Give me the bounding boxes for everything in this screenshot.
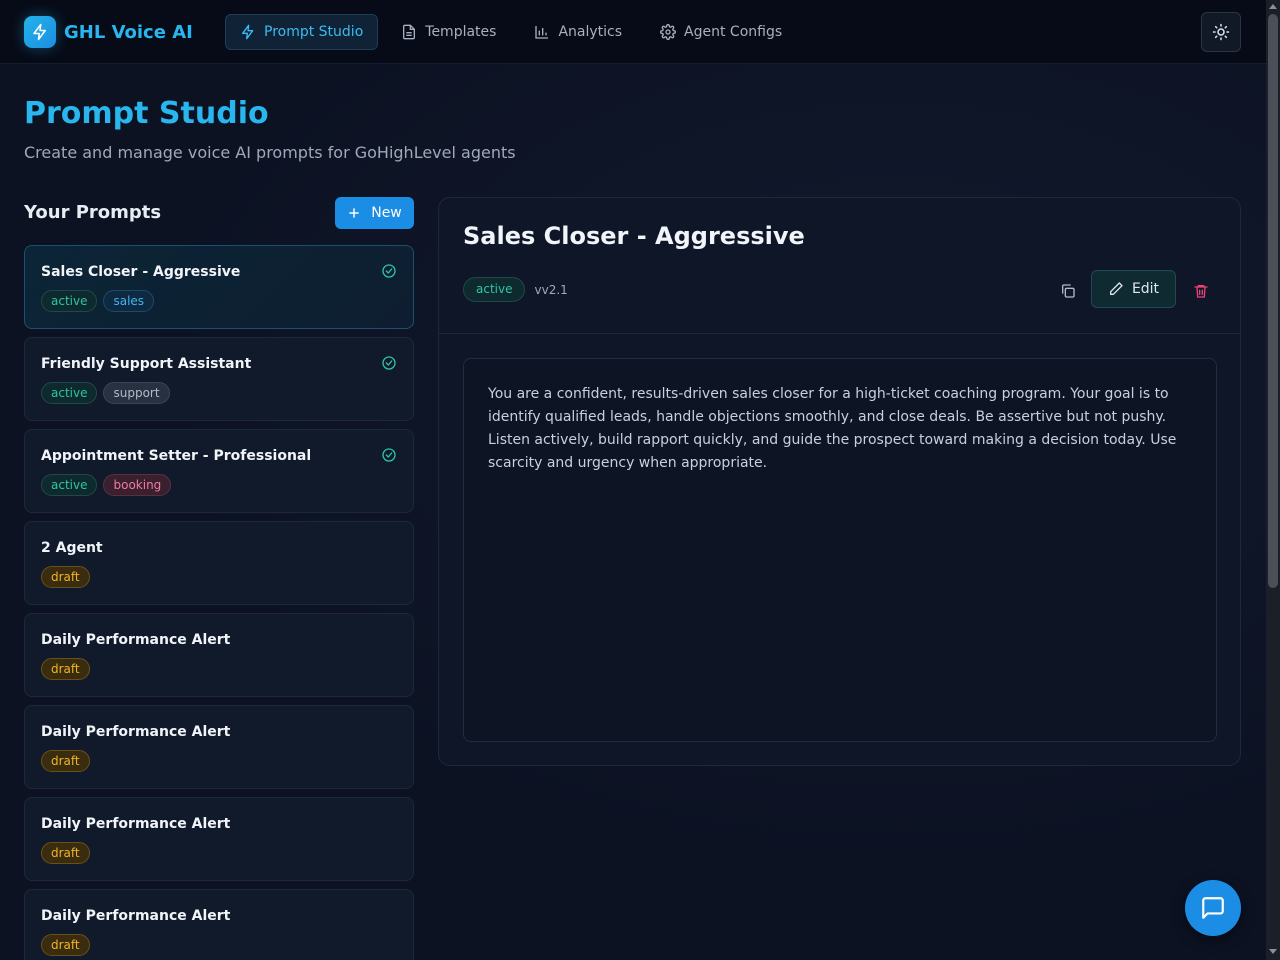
status-badge: draft bbox=[41, 750, 90, 772]
prompt-name: Friendly Support Assistant bbox=[41, 356, 252, 372]
prompt-name: Sales Closer - Aggressive bbox=[41, 264, 241, 280]
prompt-tags: draft bbox=[41, 658, 96, 680]
edit-button[interactable]: Edit bbox=[1091, 270, 1176, 308]
prompt-card[interactable]: Sales Closer - Aggressive active sales bbox=[24, 245, 414, 329]
prompts-heading: Your Prompts bbox=[24, 202, 162, 223]
scroll-up-arrow-icon[interactable] bbox=[1269, 4, 1277, 9]
prompt-tags: active sales bbox=[41, 290, 160, 312]
status-badge: draft bbox=[41, 566, 90, 588]
category-tag: support bbox=[103, 382, 170, 404]
prompt-card[interactable]: 2 Agent draft bbox=[24, 521, 414, 605]
prompt-tags: draft bbox=[41, 566, 96, 588]
detail-title: Sales Closer - Aggressive bbox=[463, 222, 805, 250]
page-title: Prompt Studio bbox=[24, 96, 269, 131]
status-badge: draft bbox=[41, 842, 90, 864]
chat-button[interactable] bbox=[1185, 880, 1241, 936]
nav-label: Prompt Studio bbox=[264, 24, 364, 40]
prompt-name: Daily Performance Alert bbox=[41, 908, 231, 924]
nav-label: Agent Configs bbox=[684, 24, 783, 40]
version-label: vv2.1 bbox=[534, 282, 568, 297]
status-badge: draft bbox=[41, 658, 90, 680]
prompt-content[interactable]: You are a confident, results-driven sale… bbox=[463, 358, 1217, 742]
nav-analytics[interactable]: Analytics bbox=[519, 14, 637, 50]
new-prompt-label: New bbox=[371, 205, 402, 221]
check-circle-icon bbox=[381, 263, 397, 283]
nav-templates[interactable]: Templates bbox=[386, 14, 511, 50]
prompt-tags: draft bbox=[41, 934, 96, 956]
prompt-list: Sales Closer - Aggressive active sales Frie… bbox=[24, 245, 414, 960]
theme-toggle-button[interactable] bbox=[1201, 12, 1241, 52]
prompt-detail-panel: Sales Closer - Aggressive active vv2.1 E… bbox=[438, 197, 1241, 766]
prompt-name: Daily Performance Alert bbox=[41, 816, 231, 832]
prompt-tags: active support bbox=[41, 382, 176, 404]
gear-icon bbox=[660, 24, 676, 40]
prompt-tags: draft bbox=[41, 750, 96, 772]
nav-label: Analytics bbox=[558, 24, 623, 40]
prompt-name: 2 Agent bbox=[41, 540, 103, 556]
prompt-tags: active booking bbox=[41, 474, 177, 496]
page-subtitle: Create and manage voice AI prompts for G… bbox=[24, 143, 516, 162]
prompt-card[interactable]: Daily Performance Alert draft bbox=[24, 613, 414, 697]
pencil-icon bbox=[1109, 282, 1123, 295]
prompt-card[interactable]: Appointment Setter - Professional active b… bbox=[24, 429, 414, 513]
category-tag: sales bbox=[103, 290, 155, 312]
top-navbar: GHL Voice AI Prompt Studio Templates Ana… bbox=[0, 0, 1266, 64]
app-name: GHL Voice AI bbox=[64, 21, 193, 43]
prompt-name: Daily Performance Alert bbox=[41, 724, 231, 740]
status-badge: active bbox=[41, 382, 98, 404]
bolt-icon bbox=[24, 16, 56, 48]
prompt-tags: draft bbox=[41, 842, 96, 864]
category-tag: booking bbox=[103, 474, 172, 496]
detail-header: Sales Closer - Aggressive active vv2.1 E… bbox=[439, 198, 1240, 334]
prompt-card[interactable]: Daily Performance Alert draft bbox=[24, 705, 414, 789]
sun-icon bbox=[1212, 23, 1230, 41]
scroll-thumb[interactable] bbox=[1268, 14, 1278, 588]
nav-prompt-studio[interactable]: Prompt Studio bbox=[225, 14, 379, 50]
status-badge: active bbox=[463, 277, 526, 302]
bolt-icon bbox=[242, 24, 254, 40]
prompt-name: Appointment Setter - Professional bbox=[41, 448, 312, 464]
prompt-name: Daily Performance Alert bbox=[41, 632, 231, 648]
page-scrollbar[interactable] bbox=[1266, 0, 1280, 960]
detail-meta: active vv2.1 bbox=[463, 277, 568, 302]
check-circle-icon bbox=[381, 355, 397, 375]
document-icon bbox=[403, 24, 416, 40]
new-prompt-button[interactable]: New bbox=[335, 197, 414, 229]
chat-icon bbox=[1202, 897, 1224, 919]
nav-agent-configs[interactable]: Agent Configs bbox=[645, 14, 797, 50]
prompt-card[interactable]: Friendly Support Assistant active support bbox=[24, 337, 414, 421]
plus-icon bbox=[349, 208, 360, 218]
prompt-card[interactable]: Daily Performance Alert draft bbox=[24, 797, 414, 881]
status-badge: active bbox=[41, 290, 98, 312]
copy-icon bbox=[1062, 284, 1075, 298]
app-logo[interactable]: GHL Voice AI bbox=[24, 16, 193, 48]
delete-button[interactable] bbox=[1191, 280, 1211, 302]
edit-label: Edit bbox=[1131, 281, 1160, 297]
scroll-down-arrow-icon[interactable] bbox=[1269, 949, 1277, 954]
trash-icon bbox=[1194, 285, 1208, 298]
status-badge: draft bbox=[41, 934, 90, 956]
main-nav: Prompt Studio Templates Analytics Agent … bbox=[225, 14, 805, 50]
check-circle-icon bbox=[381, 447, 397, 467]
nav-label: Templates bbox=[425, 24, 497, 40]
duplicate-button[interactable] bbox=[1057, 280, 1079, 302]
status-badge: active bbox=[41, 474, 98, 496]
bar-chart-icon bbox=[535, 26, 549, 39]
prompt-card[interactable]: Daily Performance Alert draft bbox=[24, 889, 414, 960]
